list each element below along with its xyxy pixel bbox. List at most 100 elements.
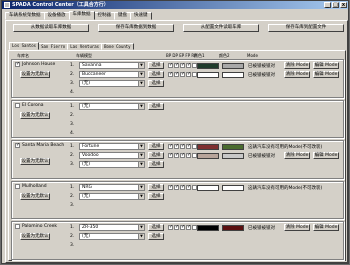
tab-controller[interactable]: 控制器: [93, 12, 115, 20]
choose-button[interactable]: 选择: [148, 233, 164, 240]
color2-swatch[interactable]: [222, 72, 244, 78]
tab-los-santos[interactable]: Los Santos: [9, 42, 40, 50]
choose-button[interactable]: 选择: [148, 193, 164, 200]
garage-enable-checkbox[interactable]: [15, 142, 20, 148]
color1-swatch[interactable]: [197, 144, 219, 150]
garage-enable-checkbox[interactable]: [15, 224, 20, 229]
vehicle-model-select[interactable]: NRG ▼: [79, 184, 145, 191]
vehicle-model-select[interactable]: ZR-350 ▼: [79, 224, 145, 231]
flag-checkbox[interactable]: [180, 152, 185, 158]
edit-mode-button[interactable]: 编辑 Mode: [313, 71, 339, 78]
tab-san-fierro[interactable]: San Fierro: [38, 43, 69, 50]
flag-checkbox[interactable]: [180, 224, 185, 230]
flag-checkbox[interactable]: [174, 224, 179, 230]
set-default-button[interactable]: 设置为无默认: [20, 71, 50, 78]
vehicle-model-select[interactable]: (无) ▼: [79, 161, 145, 168]
flag-checkbox[interactable]: [186, 71, 191, 77]
save-garage-to-data-button[interactable]: 保存车库数据到数据: [98, 24, 174, 32]
flag-checkbox[interactable]: [168, 71, 173, 77]
vehicle-model-select[interactable]: (无) ▼: [79, 233, 145, 240]
garage-panel: 从数据读取车库数据 保存车库数据到数据 从配置文件读取车库 保存车库到配置文件 …: [5, 20, 348, 263]
clear-mode-button[interactable]: 清除 Mode: [284, 71, 310, 78]
save-garage-to-config-button[interactable]: 保存车库到配置文件: [268, 24, 344, 32]
slot-number: 2.: [70, 153, 75, 158]
flag-checkbox[interactable]: [186, 143, 191, 149]
tab-vehicle-system[interactable]: 车辆系统架数据: [5, 12, 45, 20]
choose-button[interactable]: 选择: [148, 62, 164, 69]
flag-checkbox[interactable]: [186, 152, 191, 158]
garage-enable-checkbox[interactable]: [15, 184, 20, 189]
vehicle-model-select[interactable]: Voodoo ▼: [79, 152, 145, 159]
set-default-button[interactable]: 设置为无默认: [20, 193, 50, 200]
vehicle-model-select[interactable]: Savanna ▼: [79, 62, 145, 69]
tab-garage-data[interactable]: 车库数据: [68, 11, 95, 20]
flag-checkbox[interactable]: [174, 152, 179, 158]
title-bar[interactable]: SPADA Control Center（工具合方行） _ □ x: [2, 1, 348, 9]
edit-mode-button[interactable]: 编辑 Mode: [313, 224, 339, 231]
set-default-button[interactable]: 设置为无默认: [20, 233, 50, 240]
color2-swatch[interactable]: [222, 144, 244, 150]
flag-checkbox[interactable]: [186, 224, 191, 230]
tab-keyboard[interactable]: 键盘: [114, 12, 131, 20]
garage-enable-checkbox[interactable]: [15, 61, 20, 67]
vehicle-model-select[interactable]: (无) ▼: [79, 103, 145, 110]
color1-swatch[interactable]: [197, 225, 219, 231]
close-button[interactable]: x: [340, 2, 347, 8]
choose-button[interactable]: 选择: [148, 80, 164, 87]
clear-mode-button[interactable]: 清除 Mode: [284, 152, 310, 159]
choose-button[interactable]: 选择: [148, 184, 164, 191]
choose-button[interactable]: 选择: [148, 143, 164, 150]
edit-mode-button[interactable]: 编辑 Mode: [313, 152, 339, 159]
choose-button[interactable]: 选择: [148, 224, 164, 231]
flag-checkbox[interactable]: [174, 62, 179, 68]
flag-checkbox[interactable]: [168, 152, 173, 158]
tab-hotkeys[interactable]: 快速键: [130, 12, 152, 20]
color1-swatch[interactable]: [197, 72, 219, 78]
slot-number: 4.: [70, 90, 75, 95]
maximize-button[interactable]: □: [332, 2, 339, 8]
flag-checkbox[interactable]: [174, 184, 179, 190]
flag-checkbox[interactable]: [186, 184, 191, 190]
vehicle-model-value: Buccaneer: [82, 72, 106, 77]
flag-checkbox[interactable]: [186, 62, 191, 68]
garage-enable-checkbox[interactable]: [15, 103, 20, 108]
read-garage-from-config-button[interactable]: 从配置文件读取车库: [183, 24, 259, 32]
clear-mode-button[interactable]: 清除 Mode: [284, 224, 310, 231]
flag-checkbox[interactable]: [168, 143, 173, 149]
choose-button[interactable]: 选择: [148, 71, 164, 78]
flag-checkbox[interactable]: [180, 184, 185, 190]
read-garage-from-data-button[interactable]: 从数据读取车库数据: [13, 24, 89, 32]
flag-checkbox[interactable]: [180, 71, 185, 77]
choose-button[interactable]: 选择: [148, 152, 164, 159]
minimize-button[interactable]: _: [324, 2, 331, 8]
edit-mode-button[interactable]: 编辑 Mode: [313, 62, 339, 69]
flag-checkbox[interactable]: [168, 224, 173, 230]
flag-checkbox[interactable]: [168, 62, 173, 68]
set-default-button[interactable]: 设置为无默认: [20, 158, 50, 165]
set-default-button[interactable]: 设置为无默认: [20, 112, 50, 119]
color1-swatch[interactable]: [197, 185, 219, 191]
mode-status: 已被锁被锁对: [248, 226, 275, 231]
color2-swatch[interactable]: [222, 225, 244, 231]
flag-checkbox[interactable]: [180, 62, 185, 68]
color2-swatch[interactable]: [222, 153, 244, 159]
choose-button[interactable]: 选择: [148, 103, 164, 110]
clear-mode-button[interactable]: 清除 Mode: [284, 62, 310, 69]
vehicle-model-select[interactable]: Fortune ▼: [79, 143, 145, 150]
choose-button[interactable]: 选择: [148, 161, 164, 168]
flag-checkbox[interactable]: [174, 71, 179, 77]
vehicle-model-select[interactable]: (无) ▼: [79, 193, 145, 200]
vehicle-model-value: Fortune: [82, 144, 100, 149]
color1-swatch[interactable]: [197, 153, 219, 159]
flag-checkbox[interactable]: [168, 184, 173, 190]
color2-swatch[interactable]: [222, 185, 244, 191]
tab-bone-county[interactable]: Bone County: [101, 43, 134, 50]
flag-checkbox[interactable]: [180, 143, 185, 149]
flag-checkbox[interactable]: [174, 143, 179, 149]
tab-device-playback[interactable]: 设备播放: [43, 12, 70, 20]
color1-swatch[interactable]: [197, 63, 219, 69]
vehicle-model-select[interactable]: (无) ▼: [79, 80, 145, 87]
tab-las-venturas[interactable]: Las Venturas: [67, 43, 103, 50]
vehicle-model-select[interactable]: Buccaneer ▼: [79, 71, 145, 78]
color2-swatch[interactable]: [222, 63, 244, 69]
